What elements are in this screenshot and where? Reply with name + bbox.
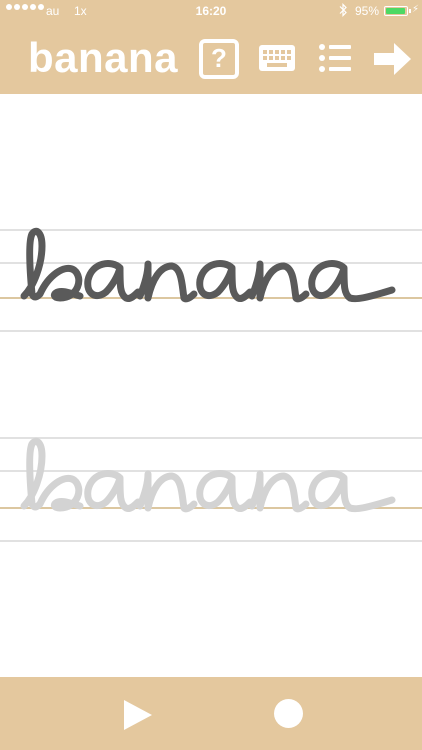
list-icon[interactable] bbox=[318, 42, 352, 74]
status-bar: au 1x 16:20 95% ⚡ bbox=[0, 0, 422, 22]
battery-icon bbox=[384, 6, 408, 16]
cursive-word-guide bbox=[20, 437, 396, 513]
cursive-word-model bbox=[20, 227, 396, 303]
nav-bar: banana ? bbox=[0, 22, 422, 94]
playback-bar bbox=[0, 677, 422, 750]
bluetooth-icon bbox=[338, 3, 348, 20]
word-title: banana bbox=[28, 34, 179, 81]
writing-line-bottom bbox=[0, 540, 422, 542]
writing-line-bottom bbox=[0, 330, 422, 332]
play-icon[interactable] bbox=[120, 698, 154, 732]
battery-percentage: 95% bbox=[355, 4, 380, 18]
battery-level-fill bbox=[386, 8, 405, 14]
help-button[interactable]: ? bbox=[199, 39, 239, 79]
charging-icon: ⚡ bbox=[412, 4, 420, 15]
keyboard-icon[interactable] bbox=[258, 42, 296, 74]
record-icon[interactable] bbox=[274, 699, 303, 728]
handwriting-worksheet bbox=[0, 94, 422, 677]
arrow-right-icon[interactable] bbox=[372, 41, 412, 77]
battery-tip bbox=[409, 9, 411, 13]
